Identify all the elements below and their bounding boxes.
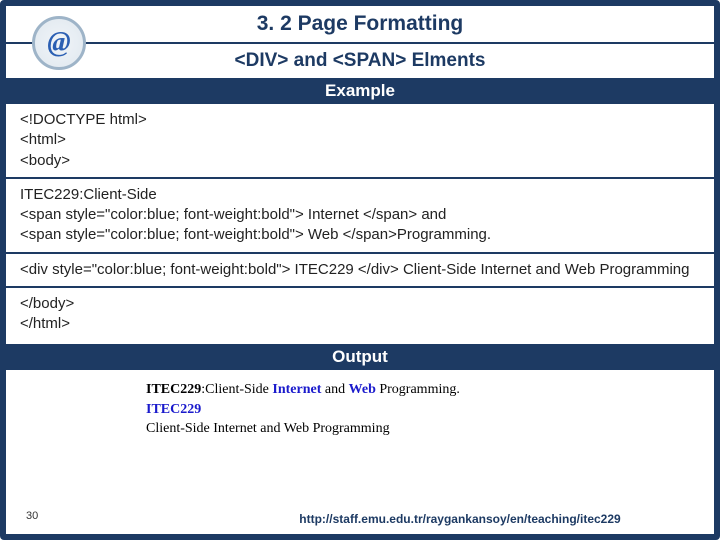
code-line: </body> — [20, 294, 700, 314]
title-underline — [6, 42, 714, 44]
code-line: <!DOCTYPE html> — [20, 110, 700, 130]
code-line: <html> — [20, 130, 700, 150]
output-block: ITEC229:Client-Side Internet and Web Pro… — [6, 370, 714, 449]
output-text: and — [321, 382, 348, 397]
code-line: ITEC229:Client-Side — [20, 185, 700, 205]
title-area: 3. 2 Page Formatting — [6, 6, 714, 38]
slide-frame: @ 3. 2 Page Formatting <DIV> and <SPAN> … — [0, 0, 720, 540]
at-sign-icon: @ — [32, 16, 86, 70]
code-line: <body> — [20, 151, 700, 171]
code-line: </html> — [20, 314, 700, 334]
example-header: Example — [6, 78, 714, 104]
output-header: Output — [6, 344, 714, 370]
slide-subtitle: <DIV> and <SPAN> Elments — [6, 50, 714, 72]
output-text: Internet — [272, 382, 321, 397]
code-line: <span style="color:blue; font-weight:bol… — [20, 225, 700, 245]
divider — [6, 286, 714, 288]
output-line-3: Client-Side Internet and Web Programming — [146, 419, 700, 439]
output-text: :Client-Side — [201, 382, 272, 397]
output-text: Programming. — [376, 382, 460, 397]
divider — [6, 252, 714, 254]
output-text: ITEC229 — [146, 382, 201, 397]
page-number: 30 — [26, 510, 38, 522]
footer-url: http://staff.emu.edu.tr/raygankansoy/en/… — [226, 512, 694, 526]
code-block: <!DOCTYPE html> <html> <body> ITEC229:Cl… — [6, 104, 714, 344]
output-line-2: ITEC229 — [146, 400, 700, 420]
code-line: <span style="color:blue; font-weight:bol… — [20, 205, 700, 225]
code-line: <div style="color:blue; font-weight:bold… — [20, 260, 700, 280]
slide-title: 3. 2 Page Formatting — [6, 12, 714, 36]
output-text: Web — [349, 382, 376, 397]
output-line-1: ITEC229:Client-Side Internet and Web Pro… — [146, 380, 700, 400]
output-text: ITEC229 — [146, 402, 201, 417]
divider — [6, 177, 714, 179]
